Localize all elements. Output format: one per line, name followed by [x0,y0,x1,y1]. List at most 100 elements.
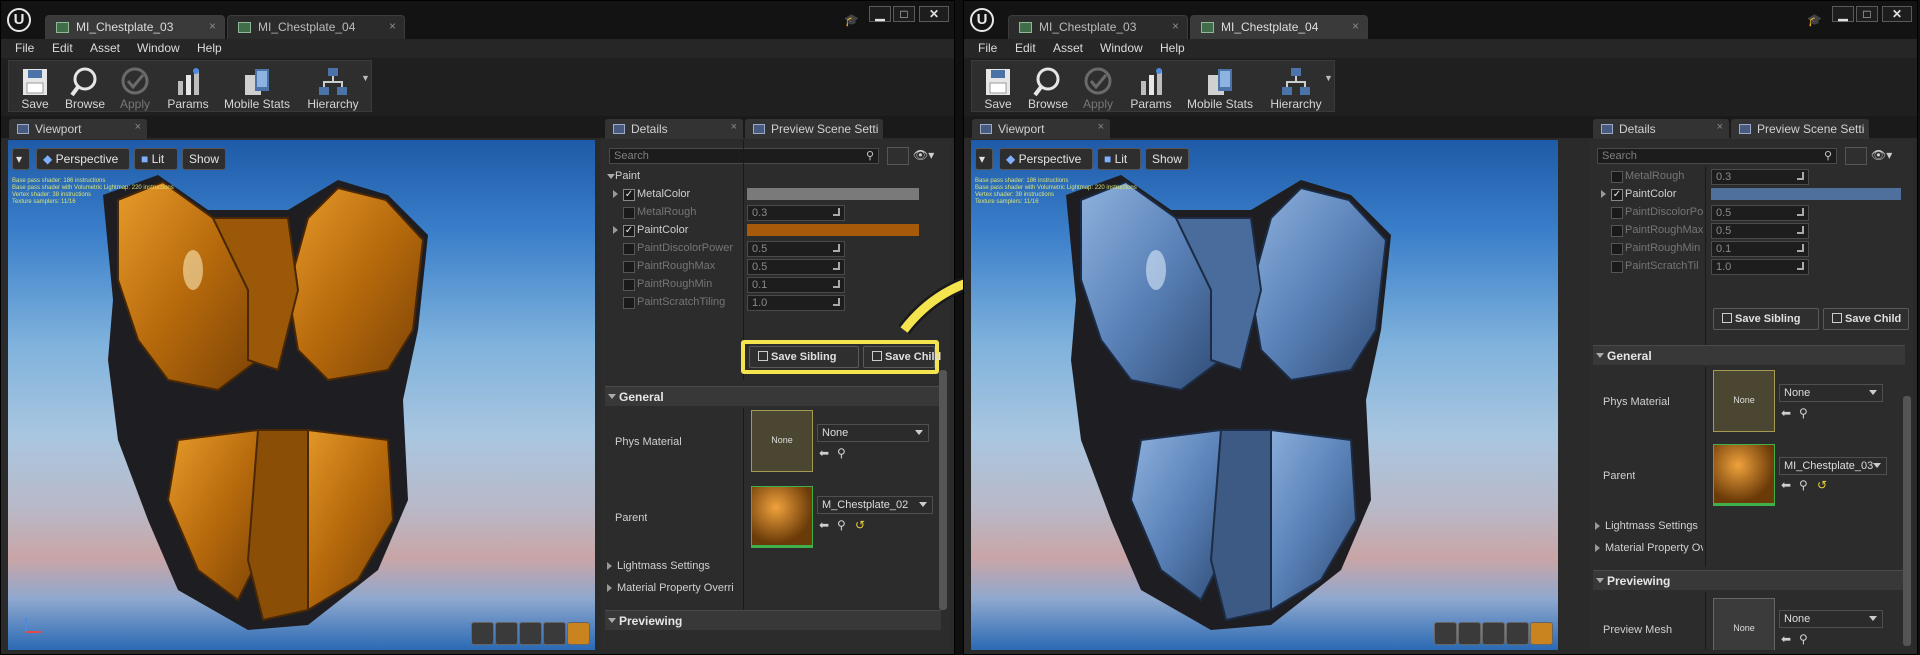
menu-window[interactable]: Window [137,41,180,55]
grid-view-icon[interactable] [1845,147,1867,165]
phys-material-dropdown[interactable]: None [1779,384,1883,402]
numeric-field[interactable]: 0.5 [747,241,845,257]
show-button[interactable]: Show [1145,148,1189,170]
perspective-button[interactable]: ◆ Perspective [36,148,130,170]
close-window-button[interactable]: ✕ [1882,6,1912,22]
parent-material-thumbnail[interactable] [1713,444,1775,506]
expand-arrow-icon[interactable] [613,226,618,234]
cylinder-icon[interactable] [471,622,494,645]
tab-preview-scene[interactable]: Preview Scene Setti [745,119,883,139]
material-property-row[interactable]: Material Property Overri [601,580,941,598]
grid-view-icon[interactable] [887,147,909,165]
collapse-arrow-icon[interactable] [1596,353,1604,358]
override-checkbox[interactable] [623,261,635,273]
tab-viewport[interactable]: Viewport × [972,119,1110,139]
close-icon[interactable]: × [1717,121,1723,133]
lightmass-settings-row[interactable]: Lightmass Settings [1589,518,1705,536]
save-child-button[interactable]: Save Child [1823,308,1909,330]
material-property-row[interactable]: Material Property Ov [1589,540,1705,558]
maximize-button[interactable]: □ [893,6,915,22]
parent-dropdown[interactable]: M_Chestplate_02 [817,496,933,514]
search-input[interactable]: Search ⚲ [1597,148,1837,164]
browse-button[interactable]: Browse [1022,65,1074,113]
override-checkbox[interactable] [1611,225,1623,237]
numeric-field[interactable]: 1.0 [747,295,845,311]
menu-asset[interactable]: Asset [1053,41,1083,55]
scrollbar[interactable] [939,370,947,610]
color-swatch[interactable] [747,224,919,236]
sphere-icon[interactable] [495,622,518,645]
maximize-button[interactable]: □ [1856,6,1878,22]
graduation-cap-icon[interactable]: 🎓 [1807,13,1823,27]
tab-mi-chestplate-04[interactable]: MI_Chestplate_04 × [227,15,405,39]
search-icon[interactable]: ⚲ [1799,406,1813,420]
show-button[interactable]: Show [182,148,226,170]
numeric-field[interactable]: 1.0 [1711,259,1809,275]
override-checkbox[interactable]: ✓ [623,189,635,201]
tab-details[interactable]: Details × [1593,119,1729,139]
minimize-button[interactable]: ▁ [1832,6,1854,22]
chevron-down-icon[interactable]: ▼ [1324,73,1333,83]
tab-mi-chestplate-03[interactable]: MI_Chestplate_03 × [1008,15,1188,39]
numeric-field[interactable]: 0.5 [1711,205,1809,221]
drag-handle-icon[interactable] [1797,244,1804,252]
override-checkbox[interactable]: ✓ [1611,189,1623,201]
scrollbar[interactable] [1903,396,1911,646]
menu-help[interactable]: Help [197,41,222,55]
collapse-arrow-icon[interactable] [1596,578,1604,583]
expand-arrow-icon[interactable] [1595,544,1600,552]
viewport-options-button[interactable]: ▾ [12,148,30,170]
plane-icon[interactable] [1482,622,1505,645]
search-icon[interactable]: ⚲ [837,518,851,532]
tab-mi-chestplate-03[interactable]: MI_Chestplate_03 × [45,15,225,39]
viewport-options-button[interactable]: ▾ [975,148,993,170]
close-icon[interactable]: × [135,121,141,133]
apply-button[interactable]: Apply [113,65,157,113]
params-button[interactable]: Params [1126,65,1176,113]
tab-viewport[interactable]: Viewport × [9,119,147,139]
close-icon[interactable]: × [731,121,737,133]
collapse-arrow-icon[interactable] [607,174,615,179]
override-checkbox[interactable] [1611,207,1623,219]
reset-icon[interactable]: ↺ [855,518,869,532]
override-checkbox[interactable]: ✓ [623,225,635,237]
collapse-arrow-icon[interactable] [608,394,616,399]
menu-file[interactable]: File [978,41,997,55]
close-icon[interactable]: × [209,19,216,33]
mobile-stats-button[interactable]: Mobile Stats [217,65,297,113]
numeric-field[interactable]: 0.1 [1711,241,1809,257]
general-section-header[interactable]: General [605,386,941,406]
search-icon[interactable]: ⚲ [837,446,851,460]
save-sibling-button[interactable]: Save Sibling [1713,308,1819,330]
arrow-left-icon[interactable]: ⬅ [1781,478,1795,492]
numeric-field[interactable]: 0.3 [1711,169,1809,185]
drag-handle-icon[interactable] [833,262,840,270]
color-swatch[interactable] [1711,188,1901,200]
override-checkbox[interactable] [1611,261,1623,273]
numeric-field[interactable]: 0.1 [747,277,845,293]
viewport[interactable]: ▾ ◆ Perspective ■ Lit Show Base pass sha… [8,140,595,650]
eye-icon[interactable]: 👁▾ [1871,148,1901,164]
tab-details[interactable]: Details × [605,119,743,139]
numeric-field[interactable]: 0.5 [747,259,845,275]
arrow-left-icon[interactable]: ⬅ [819,518,833,532]
hierarchy-button[interactable]: Hierarchy [303,65,363,113]
search-icon[interactable]: ⚲ [1799,478,1813,492]
numeric-field[interactable]: 0.5 [1711,223,1809,239]
perspective-button[interactable]: ◆ Perspective [999,148,1093,170]
save-button[interactable]: Save [13,65,57,113]
collapse-arrow-icon[interactable] [608,618,616,623]
close-icon[interactable]: × [1172,19,1179,33]
menu-edit[interactable]: Edit [1015,41,1036,55]
drag-handle-icon[interactable] [833,244,840,252]
numeric-field[interactable]: 0.3 [747,205,845,221]
override-checkbox[interactable] [1611,171,1623,183]
teapot-icon[interactable] [567,622,590,645]
phys-material-thumbnail[interactable]: None [1713,370,1775,432]
drag-handle-icon[interactable] [833,280,840,288]
drag-handle-icon[interactable] [833,298,840,306]
general-section-header[interactable]: General [1593,345,1905,365]
drag-handle-icon[interactable] [1797,208,1804,216]
save-button[interactable]: Save [976,65,1020,113]
menu-file[interactable]: File [15,41,34,55]
